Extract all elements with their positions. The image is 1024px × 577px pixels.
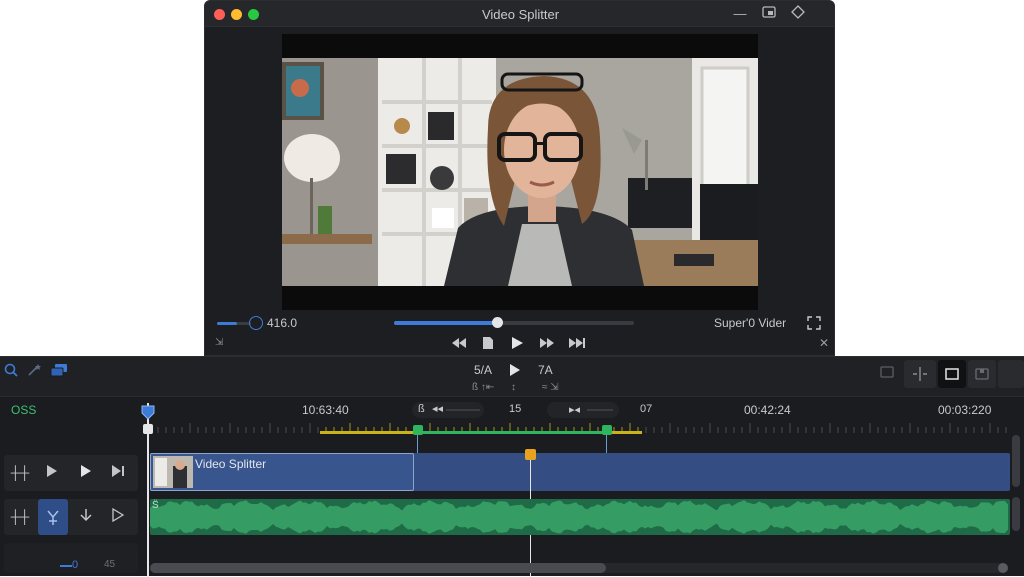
- track-count: 45: [104, 559, 116, 570]
- time-display: 416.0: [267, 316, 298, 330]
- fullscreen-icon[interactable]: [807, 316, 821, 330]
- timecode-label: OSS: [11, 403, 37, 417]
- progress-handle[interactable]: [492, 317, 504, 328]
- split-icon[interactable]: ┼┼: [10, 464, 30, 482]
- crop-icon[interactable]: [878, 365, 896, 383]
- video-frame: [282, 58, 758, 286]
- toolbar-sub-mid: ↕: [511, 382, 516, 393]
- rewind-icon[interactable]: [451, 336, 467, 355]
- magic-wand-icon[interactable]: [26, 363, 44, 381]
- ruler-tick-5: 00:03:220: [938, 403, 992, 417]
- ruler-tick-2: 15: [509, 403, 522, 415]
- close-icon[interactable]: ✕: [819, 336, 829, 350]
- segment-right-label: ▸◂: [569, 404, 581, 416]
- clip-label: Video Splitter: [195, 457, 267, 471]
- play-outline-icon[interactable]: [108, 507, 128, 526]
- single-view-button[interactable]: [938, 360, 966, 388]
- audio-label: S̈: [152, 500, 159, 511]
- play-icon[interactable]: [509, 363, 521, 382]
- skip-forward-icon[interactable]: [108, 464, 128, 482]
- skip-forward-icon[interactable]: [568, 336, 586, 355]
- rewind-icon: ◂◂: [432, 403, 444, 415]
- fx-button[interactable]: [38, 499, 68, 535]
- playback-bar: 416.0 Super'0 Vider: [205, 313, 834, 333]
- zoom-slider-fill[interactable]: [60, 565, 72, 567]
- transport-bar: ⇲ ✕: [205, 333, 834, 355]
- play-icon[interactable]: [76, 464, 96, 482]
- in-point-line: [417, 435, 418, 453]
- playhead-handle[interactable]: [141, 405, 155, 426]
- empty-track-header: [4, 543, 138, 573]
- segment-left-label: ß: [418, 403, 425, 415]
- track-headers: ┼┼ ┼┼: [0, 449, 140, 577]
- volume-slider[interactable]: [217, 322, 251, 325]
- panel-view-button[interactable]: [998, 360, 1024, 388]
- ruler-tick-3: 07: [640, 403, 653, 415]
- play-icon[interactable]: [510, 336, 524, 355]
- title-bar: Video Splitter —: [205, 1, 834, 27]
- overlay-view-button[interactable]: [968, 360, 996, 388]
- arrow-down-icon[interactable]: [76, 508, 96, 526]
- toolbar-sub-right: ≈ ⇲: [542, 382, 559, 393]
- layers-icon[interactable]: [50, 363, 68, 381]
- horizontal-scrollbar[interactable]: [150, 563, 1006, 573]
- audio-track-header: ┼┼: [4, 499, 138, 535]
- player-window: Video Splitter — 416.0 Super'0 Vider ⇲ ✕: [204, 0, 835, 356]
- out-point-marker[interactable]: [602, 425, 612, 435]
- pin-icon[interactable]: [789, 5, 807, 23]
- scroll-end-knob[interactable]: [998, 563, 1008, 573]
- stop-icon[interactable]: [482, 336, 494, 355]
- ruler-tick-1: 10:63:40: [302, 403, 349, 417]
- play-icon[interactable]: [42, 464, 62, 482]
- expand-icon[interactable]: ⇲: [215, 337, 229, 351]
- audio-waveform: [150, 500, 1008, 534]
- toolbar-right-label[interactable]: 7A: [538, 363, 553, 377]
- segment-right-pill[interactable]: ▸◂: [547, 402, 619, 418]
- scrollbar-thumb[interactable]: [150, 563, 606, 573]
- picture-in-picture-icon[interactable]: [760, 5, 778, 23]
- ruler-tick-4: 00:42:24: [744, 403, 791, 417]
- in-point-marker[interactable]: [413, 425, 423, 435]
- zoom-value: 0: [72, 559, 79, 571]
- playhead-marker[interactable]: [143, 424, 153, 434]
- video-track-header: ┼┼: [4, 455, 138, 491]
- video-preview[interactable]: [282, 34, 758, 310]
- clip-thumbnail: [153, 456, 193, 488]
- timeline-editor: 5/A 7A ß ↑⇤ ↕ ≈ ⇲ OSS 10:63:40 ß ◂◂ 15 ▸…: [0, 356, 1024, 577]
- out-point-line: [606, 435, 607, 453]
- split-icon[interactable]: ┼┼: [10, 508, 30, 526]
- volume-knob[interactable]: [249, 316, 263, 330]
- audio-track[interactable]: S̈: [150, 499, 1010, 535]
- active-range[interactable]: [418, 431, 608, 434]
- fast-forward-icon[interactable]: [539, 336, 555, 355]
- vertical-scrollbar-video[interactable]: [1012, 435, 1020, 487]
- search-icon[interactable]: [2, 363, 20, 381]
- editor-toolbar: 5/A 7A ß ↑⇤ ↕ ≈ ⇲: [0, 357, 1024, 397]
- cut-marker[interactable]: [525, 449, 536, 460]
- toolbar-sub-left: ß ↑⇤: [472, 382, 495, 393]
- progress-bar[interactable]: [394, 321, 634, 325]
- toolbar-left-label[interactable]: 5/A: [474, 363, 492, 377]
- split-view-button[interactable]: [904, 360, 936, 388]
- vertical-scrollbar-audio[interactable]: [1012, 497, 1020, 531]
- minimize-icon[interactable]: —: [731, 5, 749, 23]
- quality-label[interactable]: Super'0 Vider: [714, 316, 786, 330]
- video-clip[interactable]: Video Splitter: [150, 453, 414, 491]
- segment-left-pill[interactable]: ß ◂◂: [412, 402, 484, 418]
